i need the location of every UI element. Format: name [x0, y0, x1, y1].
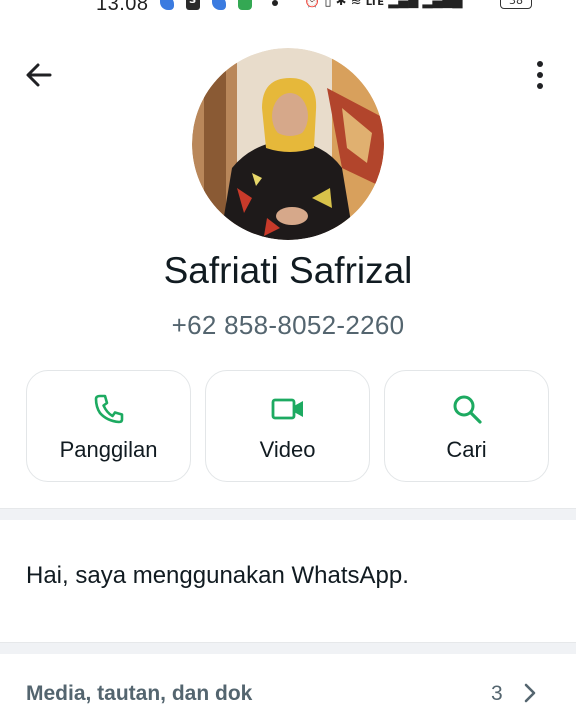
video-call-button-label: Video [259, 437, 316, 462]
vibrate-icon: ▯ [324, 0, 332, 9]
search-icon [449, 391, 485, 427]
media-count: 3 [491, 682, 503, 705]
network-type-label: LTE [365, 0, 385, 8]
alarm-icon: ⏰ [304, 0, 321, 9]
search-button-label: Cari [446, 437, 487, 462]
call-button-label: Panggilan [59, 437, 158, 462]
back-arrow-icon[interactable] [22, 58, 56, 92]
more-notifications-dot-icon [272, 0, 278, 6]
notification-app-icon [186, 0, 200, 10]
status-indicators: ⏰ ▯ ✱ ≋ LTE ▂▄▆ ▂▄▆█ [304, 0, 462, 9]
search-button[interactable]: Cari [384, 370, 549, 482]
avatar[interactable] [192, 48, 384, 240]
notification-app-icon [238, 0, 252, 10]
media-links-docs-label: Media, tautan, dan dok [26, 682, 253, 705]
chevron-right-icon [520, 682, 540, 704]
section-divider [0, 642, 576, 654]
section-divider [0, 508, 576, 520]
call-button[interactable]: Panggilan [26, 370, 191, 482]
video-icon [270, 391, 306, 427]
video-call-button[interactable]: Video [205, 370, 370, 482]
about-text: Hai, saya menggunakan WhatsApp. [26, 562, 409, 589]
media-links-docs-row[interactable]: Media, tautan, dan dok 3 [0, 666, 576, 711]
notification-app-icon [160, 0, 174, 10]
bluetooth-icon: ✱ [335, 0, 347, 9]
battery-icon: 38 [500, 0, 532, 9]
status-time: 13.08 [96, 0, 149, 15]
notification-app-icon [212, 0, 226, 10]
signal-icon: ▂▄▆ [388, 0, 419, 9]
contact-name: Safriati Safrizal [163, 250, 413, 291]
contact-phone: +62 858-8052-2260 [171, 310, 405, 340]
more-options-icon[interactable] [528, 56, 552, 92]
wifi-icon: ≋ [350, 0, 362, 9]
status-bar: 13.08 ⏰ ▯ ✱ ≋ LTE ▂▄▆ ▂▄▆█ 38 [0, 0, 576, 20]
phone-icon [91, 391, 127, 427]
signal-icon: ▂▄▆█ [422, 0, 463, 9]
